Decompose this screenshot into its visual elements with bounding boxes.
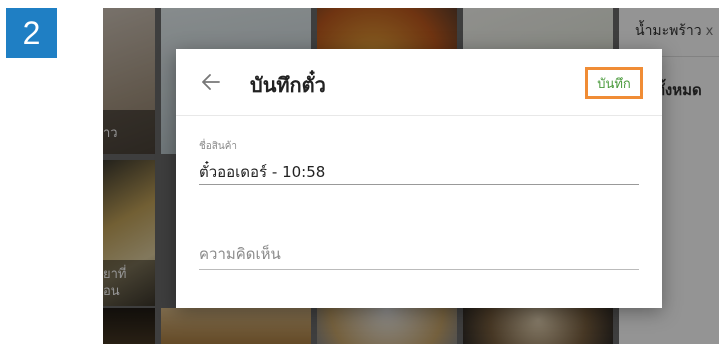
save-button[interactable]: บันทึก <box>585 67 643 99</box>
comment-field[interactable]: ความคิดเห็น <box>199 239 639 270</box>
step-number-badge: 2 <box>6 8 57 58</box>
arrow-left-icon[interactable] <box>198 69 224 95</box>
comment-input[interactable]: ความคิดเห็น <box>199 239 639 270</box>
pos-app-screen: าว ยาที่ อน น้ำมะพร้าว x ทั้งหมด บันทึกตั… <box>103 8 719 344</box>
ticket-name-field[interactable]: ชื่อสินค้า ตั๋วออเดอร์ - 10:58 <box>199 139 639 185</box>
ticket-name-input[interactable]: ตั๋วออเดอร์ - 10:58 <box>199 160 639 185</box>
save-ticket-dialog: บันทึกตั๋ว บันทึก ชื่อสินค้า ตั๋วออเดอร์… <box>176 49 662 308</box>
ticket-name-label: ชื่อสินค้า <box>199 141 238 152</box>
dialog-title: บันทึกตั๋ว <box>250 73 326 97</box>
dialog-header: บันทึกตั๋ว บันทึก <box>176 49 662 116</box>
